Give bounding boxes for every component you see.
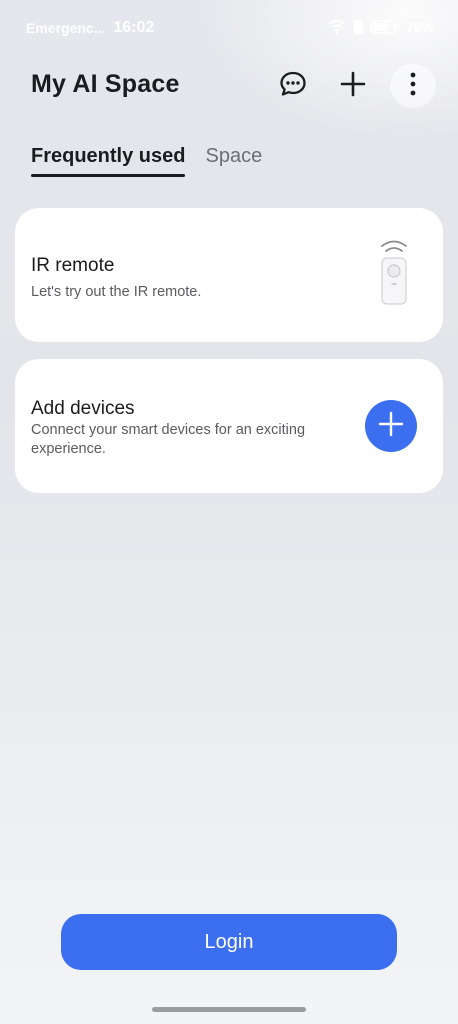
battery-icon [370,19,400,35]
sim-icon [352,19,364,35]
add-devices-title: Add devices [31,398,135,419]
tab-frequently-used[interactable]: Frequently used [31,145,186,177]
header-actions [270,64,436,108]
ir-remote-card[interactable]: IR remote Let's try out the IR remote. [15,208,443,342]
ir-remote-title: IR remote [31,255,115,276]
add-devices-subtitle: Connect your smart devices for an exciti… [31,422,306,457]
status-left: Emergenc... 16:02 [26,19,154,37]
battery-level: 76% [405,19,434,35]
add-devices-card[interactable]: Add devices Connect your smart devices f… [15,359,443,493]
login-button[interactable]: Login [61,914,397,970]
chat-bubble-icon [279,70,307,103]
status-right: 76% [328,19,434,35]
tab-space[interactable]: Space [205,145,262,176]
carrier-label: Emergenc... [26,20,106,36]
status-time: 16:02 [113,19,155,36]
wifi-icon [328,19,346,35]
add-devices-button[interactable] [365,400,417,452]
chat-button[interactable] [270,64,316,108]
ir-remote-icon [379,238,409,311]
tab-bar: Frequently used Space [31,145,262,177]
add-button[interactable] [330,64,376,108]
more-vertical-icon [409,71,417,102]
plus-icon [378,411,404,442]
ir-remote-subtitle: Let's try out the IR remote. [31,284,202,300]
page-title: My AI Space [31,70,180,98]
status-bar: Emergenc... 16:02 76% [0,0,458,56]
home-indicator[interactable] [152,1007,306,1012]
plus-icon [340,71,366,102]
more-button[interactable] [390,64,436,108]
